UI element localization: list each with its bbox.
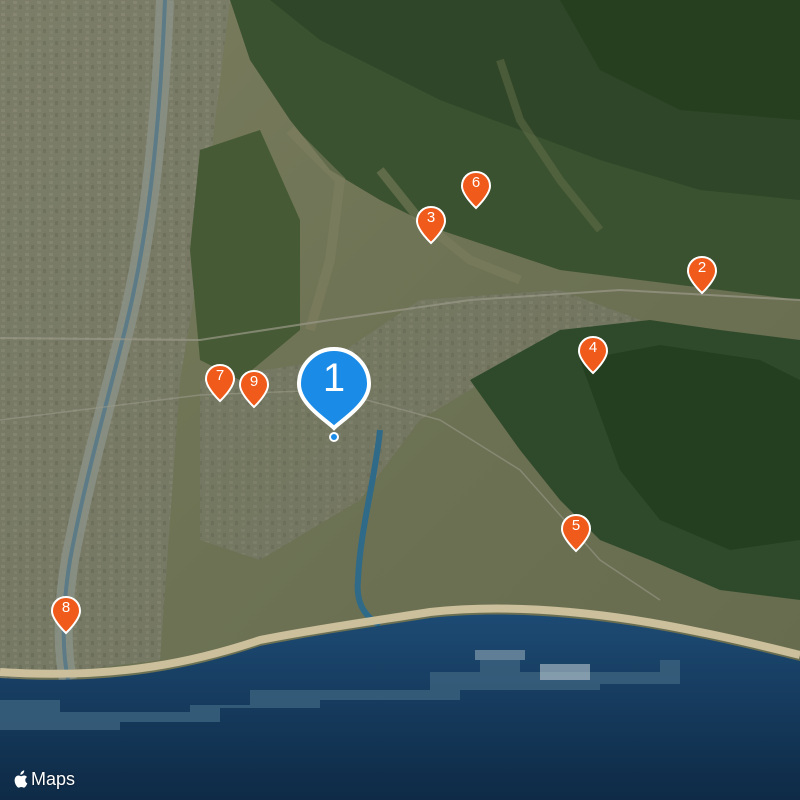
satellite-imagery: [0, 0, 800, 800]
marker-label: 6: [471, 174, 481, 191]
marker-label: 3: [426, 209, 436, 226]
map-marker-4[interactable]: 4: [577, 335, 609, 375]
map-marker-1-selected[interactable]: 1: [296, 346, 372, 442]
map-marker-6[interactable]: 6: [460, 170, 492, 210]
marker-label: 9: [249, 373, 259, 390]
marker-label: 8: [61, 599, 71, 616]
map-marker-3[interactable]: 3: [415, 205, 447, 245]
marker-label: 5: [571, 517, 581, 534]
marker-label: 4: [588, 339, 598, 356]
map-marker-9[interactable]: 9: [238, 369, 270, 409]
map-marker-5[interactable]: 5: [560, 513, 592, 553]
map-marker-7[interactable]: 7: [204, 363, 236, 403]
maps-logo: Maps: [12, 766, 75, 792]
selected-marker-label: 1: [322, 356, 346, 400]
map-marker-2[interactable]: 2: [686, 255, 718, 295]
maps-logo-text: Maps: [31, 768, 76, 789]
map-view[interactable]: 2 3 4 5 6 7 8 9 1 Maps: [0, 0, 800, 800]
apple-logo-icon: [14, 769, 28, 788]
map-marker-8[interactable]: 8: [50, 595, 82, 635]
marker-label: 2: [697, 259, 707, 276]
marker-label: 7: [215, 367, 225, 384]
